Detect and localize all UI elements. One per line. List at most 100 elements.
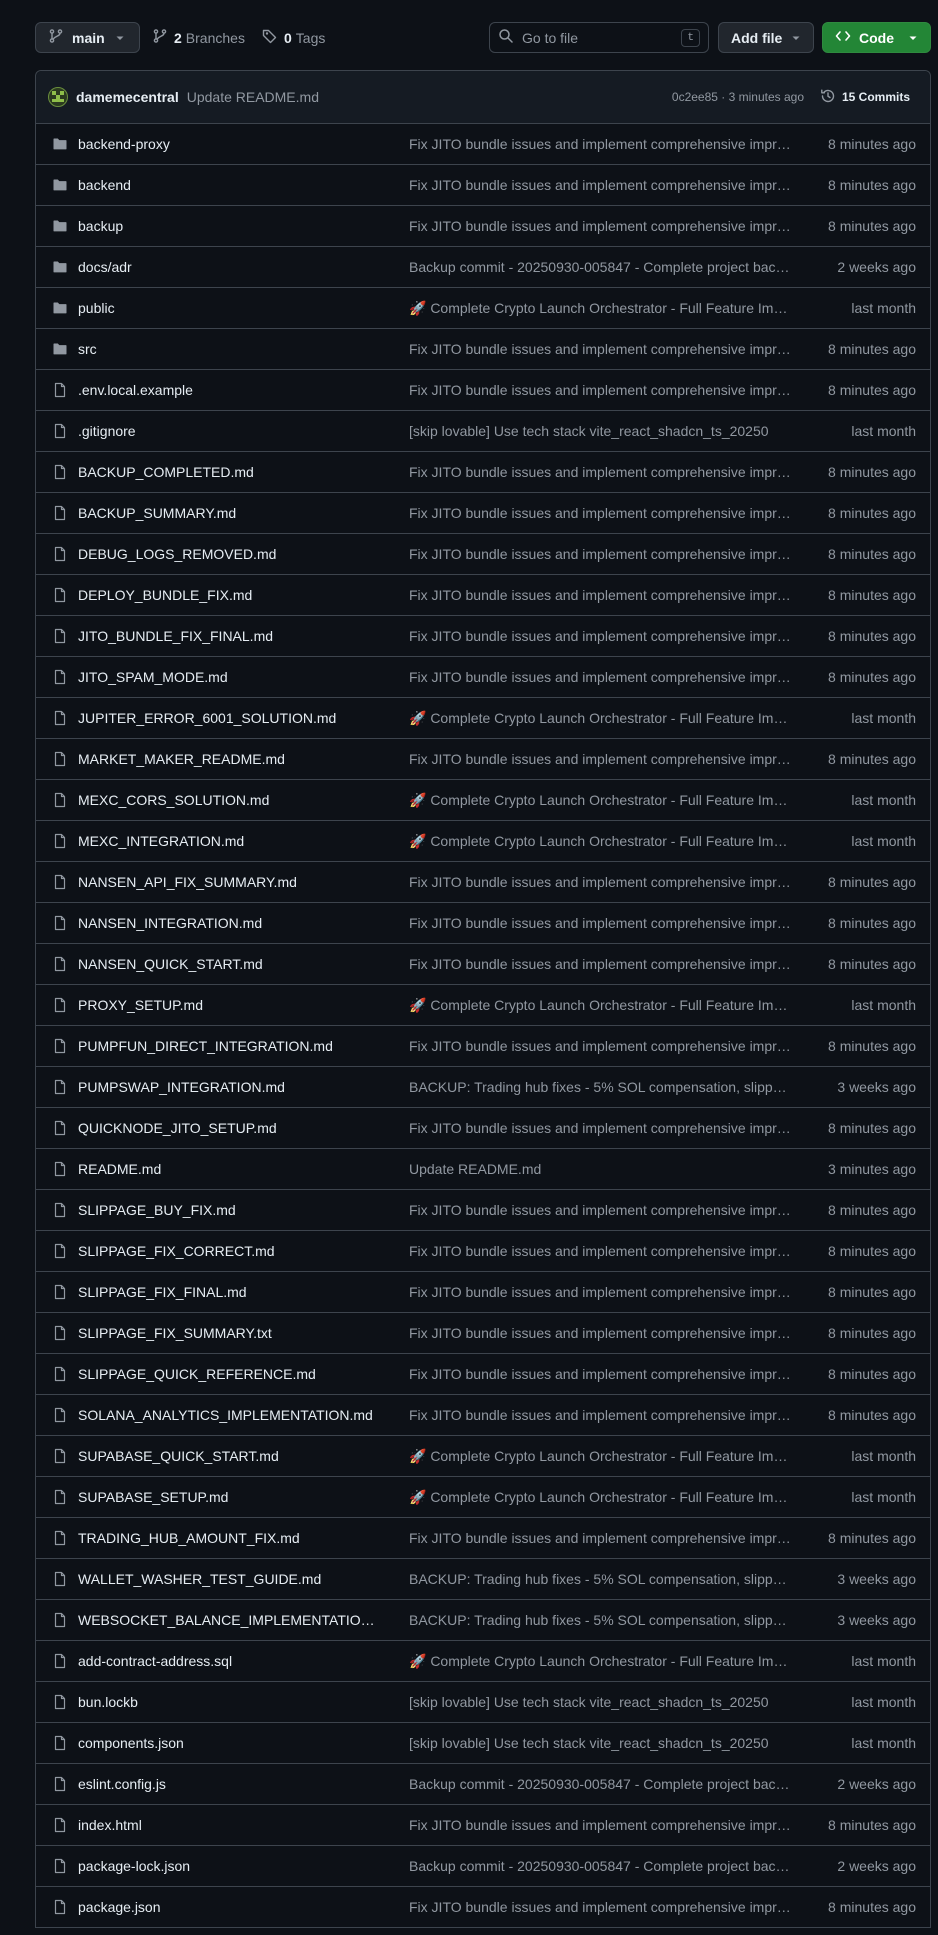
- go-to-file-input[interactable]: [522, 29, 672, 46]
- commit-message-link[interactable]: Fix JITO bundle issues and implement com…: [409, 546, 791, 562]
- file-name-link[interactable]: SLIPPAGE_FIX_SUMMARY.txt: [78, 1325, 378, 1341]
- table-row[interactable]: MEXC_INTEGRATION.md 🚀 Complete Crypto Lau…: [36, 821, 930, 862]
- commit-message-link[interactable]: Fix JITO bundle issues and implement com…: [409, 1202, 791, 1218]
- commit-message[interactable]: Update README.md: [187, 89, 319, 105]
- table-row[interactable]: SUPABASE_QUICK_START.md 🚀 Complete Crypto…: [36, 1436, 930, 1477]
- table-row[interactable]: docs/adr Backup commit - 20250930-005847 …: [36, 247, 930, 288]
- file-name-link[interactable]: QUICKNODE_JITO_SETUP.md: [78, 1120, 378, 1136]
- commit-message-link[interactable]: Fix JITO bundle issues and implement com…: [409, 505, 791, 521]
- commit-message-link[interactable]: Fix JITO bundle issues and implement com…: [409, 1325, 791, 1341]
- table-row[interactable]: backend Fix JITO bundle issues and implem…: [36, 165, 930, 206]
- file-name-link[interactable]: DEPLOY_BUNDLE_FIX.md: [78, 587, 378, 603]
- table-row[interactable]: DEPLOY_BUNDLE_FIX.md Fix JITO bundle issu…: [36, 575, 930, 616]
- table-row[interactable]: BACKUP_COMPLETED.md Fix JITO bundle issue…: [36, 452, 930, 493]
- commit-message-link[interactable]: BACKUP: Trading hub fixes - 5% SOL compe…: [409, 1571, 791, 1587]
- table-row[interactable]: NANSEN_API_FIX_SUMMARY.md Fix JITO bundle…: [36, 862, 930, 903]
- file-name-link[interactable]: MEXC_CORS_SOLUTION.md: [78, 792, 378, 808]
- table-row[interactable]: MARKET_MAKER_README.md Fix JITO bundle is…: [36, 739, 930, 780]
- table-row[interactable]: JITO_BUNDLE_FIX_FINAL.md Fix JITO bundle …: [36, 616, 930, 657]
- table-row[interactable]: NANSEN_INTEGRATION.md Fix JITO bundle iss…: [36, 903, 930, 944]
- commit-message-link[interactable]: 🚀 Complete Crypto Launch Orchestrator - …: [409, 833, 791, 850]
- file-name-link[interactable]: JUPITER_ERROR_6001_SOLUTION.md: [78, 710, 378, 726]
- table-row[interactable]: backend-proxy Fix JITO bundle issues and …: [36, 124, 930, 165]
- file-name-link[interactable]: package.json: [78, 1899, 378, 1915]
- file-name-link[interactable]: SUPABASE_QUICK_START.md: [78, 1448, 378, 1464]
- commit-message-link[interactable]: Fix JITO bundle issues and implement com…: [409, 382, 791, 398]
- branch-selector-button[interactable]: main: [35, 22, 140, 53]
- file-name-link[interactable]: SUPABASE_SETUP.md: [78, 1489, 378, 1505]
- commit-message-link[interactable]: [skip lovable] Use tech stack vite_react…: [409, 423, 791, 439]
- add-file-button[interactable]: Add file: [718, 22, 814, 53]
- file-name-link[interactable]: bun.lockb: [78, 1694, 378, 1710]
- file-name-link[interactable]: .gitignore: [78, 423, 378, 439]
- commit-message-link[interactable]: Fix JITO bundle issues and implement com…: [409, 1038, 791, 1054]
- code-button[interactable]: Code: [822, 22, 931, 53]
- commit-message-link[interactable]: Fix JITO bundle issues and implement com…: [409, 1243, 791, 1259]
- table-row[interactable]: DEBUG_LOGS_REMOVED.md Fix JITO bundle iss…: [36, 534, 930, 575]
- table-row[interactable]: SLIPPAGE_FIX_FINAL.md Fix JITO bundle iss…: [36, 1272, 930, 1313]
- file-name-link[interactable]: NANSEN_QUICK_START.md: [78, 956, 378, 972]
- table-row[interactable]: JITO_SPAM_MODE.md Fix JITO bundle issues …: [36, 657, 930, 698]
- file-name-link[interactable]: PUMPSWAP_INTEGRATION.md: [78, 1079, 378, 1095]
- file-name-link[interactable]: MARKET_MAKER_README.md: [78, 751, 378, 767]
- branches-link[interactable]: 2 Branches: [152, 22, 245, 53]
- commit-message-link[interactable]: Fix JITO bundle issues and implement com…: [409, 751, 791, 767]
- commit-message-link[interactable]: Fix JITO bundle issues and implement com…: [409, 587, 791, 603]
- commit-message-link[interactable]: Fix JITO bundle issues and implement com…: [409, 1530, 791, 1546]
- file-name-link[interactable]: JITO_SPAM_MODE.md: [78, 669, 378, 685]
- table-row[interactable]: WALLET_WASHER_TEST_GUIDE.md BACKUP: Tradi…: [36, 1559, 930, 1600]
- table-row[interactable]: SOLANA_ANALYTICS_IMPLEMENTATION.md Fix JI…: [36, 1395, 930, 1436]
- commit-message-link[interactable]: 🚀 Complete Crypto Launch Orchestrator - …: [409, 1653, 791, 1670]
- table-row[interactable]: BACKUP_SUMMARY.md Fix JITO bundle issues …: [36, 493, 930, 534]
- file-name-link[interactable]: SOLANA_ANALYTICS_IMPLEMENTATION.md: [78, 1407, 378, 1423]
- table-row[interactable]: JUPITER_ERROR_6001_SOLUTION.md 🚀 Complete…: [36, 698, 930, 739]
- commit-message-link[interactable]: Update README.md: [409, 1161, 791, 1177]
- table-row[interactable]: backup Fix JITO bundle issues and impleme…: [36, 206, 930, 247]
- table-row[interactable]: components.json [skip lovable] Use tech s…: [36, 1723, 930, 1764]
- commit-message-link[interactable]: Fix JITO bundle issues and implement com…: [409, 1366, 791, 1382]
- commit-message-link[interactable]: Fix JITO bundle issues and implement com…: [409, 915, 791, 931]
- file-name-link[interactable]: PUMPFUN_DIRECT_INTEGRATION.md: [78, 1038, 378, 1054]
- file-name-link[interactable]: WALLET_WASHER_TEST_GUIDE.md: [78, 1571, 378, 1587]
- file-name-link[interactable]: README.md: [78, 1161, 378, 1177]
- table-row[interactable]: WEBSOCKET_BALANCE_IMPLEMENTATION.md BACKU…: [36, 1600, 930, 1641]
- commit-message-link[interactable]: Fix JITO bundle issues and implement com…: [409, 669, 791, 685]
- commit-message-link[interactable]: BACKUP: Trading hub fixes - 5% SOL compe…: [409, 1079, 791, 1095]
- file-name-link[interactable]: package-lock.json: [78, 1858, 378, 1874]
- file-name-link[interactable]: docs/adr: [78, 259, 378, 275]
- file-name-link[interactable]: BACKUP_COMPLETED.md: [78, 464, 378, 480]
- file-name-link[interactable]: components.json: [78, 1735, 378, 1751]
- commit-message-link[interactable]: 🚀 Complete Crypto Launch Orchestrator - …: [409, 792, 791, 809]
- table-row[interactable]: .env.local.example Fix JITO bundle issues…: [36, 370, 930, 411]
- table-row[interactable]: NANSEN_QUICK_START.md Fix JITO bundle iss…: [36, 944, 930, 985]
- table-row[interactable]: .gitignore [skip lovable] Use tech stack …: [36, 411, 930, 452]
- commit-message-link[interactable]: 🚀 Complete Crypto Launch Orchestrator - …: [409, 1448, 791, 1465]
- commit-message-link[interactable]: Fix JITO bundle issues and implement com…: [409, 1817, 791, 1833]
- commit-sha[interactable]: 0c2ee85: [672, 90, 718, 104]
- table-row[interactable]: README.md Update README.md 3 minutes ago: [36, 1149, 930, 1190]
- commit-message-link[interactable]: Backup commit - 20250930-005847 - Comple…: [409, 1776, 791, 1792]
- commit-message-link[interactable]: Fix JITO bundle issues and implement com…: [409, 628, 791, 644]
- file-name-link[interactable]: BACKUP_SUMMARY.md: [78, 505, 378, 521]
- tags-link[interactable]: 0 Tags: [262, 22, 325, 53]
- table-row[interactable]: SLIPPAGE_QUICK_REFERENCE.md Fix JITO bund…: [36, 1354, 930, 1395]
- commit-message-link[interactable]: Fix JITO bundle issues and implement com…: [409, 1284, 791, 1300]
- table-row[interactable]: PUMPFUN_DIRECT_INTEGRATION.md Fix JITO bu…: [36, 1026, 930, 1067]
- commit-message-link[interactable]: 🚀 Complete Crypto Launch Orchestrator - …: [409, 1489, 791, 1506]
- table-row[interactable]: bun.lockb [skip lovable] Use tech stack v…: [36, 1682, 930, 1723]
- commit-message-link[interactable]: [skip lovable] Use tech stack vite_react…: [409, 1694, 791, 1710]
- table-row[interactable]: SLIPPAGE_FIX_CORRECT.md Fix JITO bundle i…: [36, 1231, 930, 1272]
- table-row[interactable]: TRADING_HUB_AMOUNT_FIX.md Fix JITO bundle…: [36, 1518, 930, 1559]
- table-row[interactable]: eslint.config.js Backup commit - 20250930…: [36, 1764, 930, 1805]
- commit-message-link[interactable]: Fix JITO bundle issues and implement com…: [409, 341, 791, 357]
- commit-message-link[interactable]: Fix JITO bundle issues and implement com…: [409, 177, 791, 193]
- commit-message-link[interactable]: Fix JITO bundle issues and implement com…: [409, 956, 791, 972]
- file-name-link[interactable]: DEBUG_LOGS_REMOVED.md: [78, 546, 378, 562]
- file-name-link[interactable]: NANSEN_API_FIX_SUMMARY.md: [78, 874, 378, 890]
- file-name-link[interactable]: MEXC_INTEGRATION.md: [78, 833, 378, 849]
- commit-message-link[interactable]: Fix JITO bundle issues and implement com…: [409, 1120, 791, 1136]
- file-name-link[interactable]: index.html: [78, 1817, 378, 1833]
- file-name-link[interactable]: SLIPPAGE_FIX_FINAL.md: [78, 1284, 378, 1300]
- file-name-link[interactable]: SLIPPAGE_QUICK_REFERENCE.md: [78, 1366, 378, 1382]
- commit-message-link[interactable]: 🚀 Complete Crypto Launch Orchestrator - …: [409, 997, 791, 1014]
